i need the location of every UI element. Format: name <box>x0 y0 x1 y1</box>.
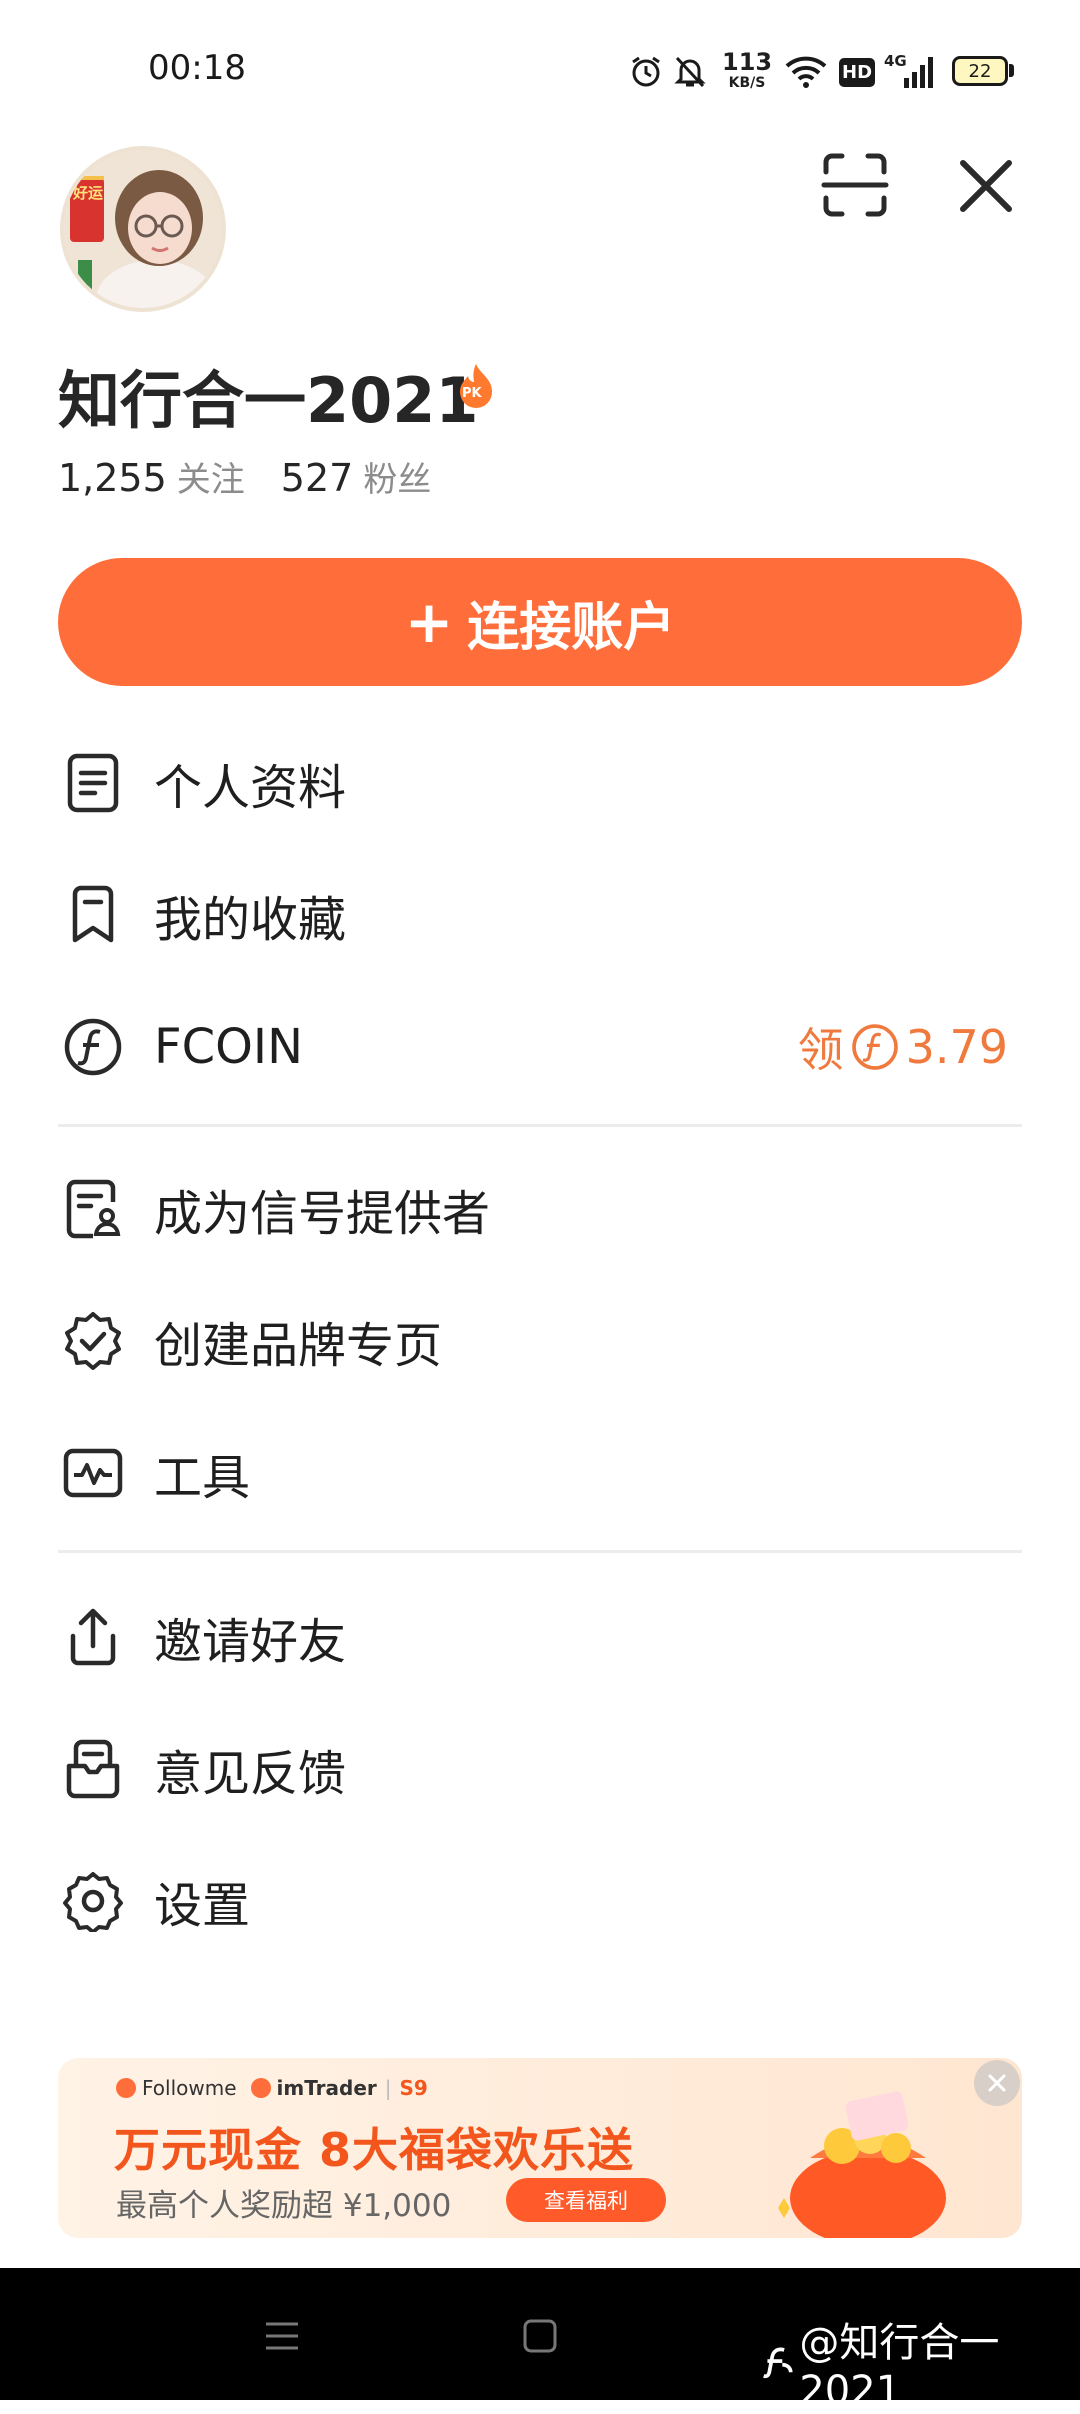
banner-headline: 万元现金 8大福袋欢乐送 <box>114 2123 635 2177</box>
view-benefits-button[interactable]: 查看福利 <box>506 2178 666 2222</box>
fcoin-small-icon <box>851 1024 898 1070</box>
followme-logo-icon <box>116 2078 136 2098</box>
scan-icon <box>821 153 889 217</box>
home-nav-button[interactable] <box>522 2316 558 2360</box>
battery-tip <box>1009 64 1014 77</box>
imtrader-logo-icon <box>250 2078 271 2098</box>
connect-account-label: 连接账户 <box>467 597 676 658</box>
watermark: @知行合一2021 <box>760 2310 1080 2414</box>
banner-close-button[interactable] <box>974 2060 1020 2106</box>
menu-item-feedback[interactable]: 意见反馈 <box>58 1714 1022 1824</box>
menu-item-tools[interactable]: 工具 <box>58 1418 1022 1528</box>
user-name: 知行合一2021 <box>58 364 479 437</box>
menu-item-signal-provider[interactable]: 成为信号提供者 <box>58 1154 1022 1264</box>
followers-label[interactable]: 粉丝 <box>363 452 431 501</box>
battery-icon: 22 <box>952 56 1008 86</box>
connect-account-button[interactable]: + 连接账户 <box>58 558 1022 686</box>
menu-label: 工具 <box>154 1450 251 1506</box>
status-time: 00:18 <box>148 48 246 88</box>
alarm-icon <box>628 52 664 92</box>
document-icon <box>58 748 128 818</box>
lucky-bag-illustration <box>778 2091 946 2238</box>
plus-icon: + <box>404 588 454 656</box>
cellular-signal-icon: 4G <box>884 52 936 92</box>
gear-icon <box>58 1866 128 1936</box>
followers-count[interactable]: 527 <box>281 456 354 500</box>
close-icon <box>960 160 1012 212</box>
provider-certificate-icon <box>58 1174 128 1244</box>
menu-item-settings[interactable]: 设置 <box>58 1846 1022 1956</box>
promo-banner[interactable]: Followme imTrader | S9 万元现金 8大福袋欢乐送 最高个人… <box>58 2058 1022 2238</box>
following-label[interactable]: 关注 <box>177 452 245 501</box>
pk-flame-icon: PK <box>455 362 497 410</box>
close-button[interactable] <box>955 155 1017 217</box>
menu-label: 设置 <box>154 1878 251 1934</box>
divider <box>58 1550 1022 1553</box>
status-bar: 00:18 113 KB/S HD 4G 22 <box>0 0 1080 140</box>
menu-item-favorites[interactable]: 我的收藏 <box>58 860 1022 970</box>
wifi-icon <box>784 52 828 92</box>
menu-item-profile[interactable]: 个人资料 <box>58 728 1022 838</box>
menu-label: 成为信号提供者 <box>154 1186 491 1242</box>
hd-icon: HD <box>839 52 876 92</box>
banner-brands: Followme imTrader | S9 <box>116 2076 428 2100</box>
divider <box>58 1124 1022 1127</box>
verified-badge-icon <box>58 1306 128 1376</box>
share-icon <box>58 1602 128 1672</box>
banner-subtitle: 最高个人奖励超 ¥1,000 <box>116 2188 452 2224</box>
avatar-decoration-text: 好运 <box>73 184 104 202</box>
menu-label: 邀请好友 <box>154 1614 347 1670</box>
following-count[interactable]: 1,255 <box>58 456 167 500</box>
menu-item-fcoin[interactable]: FCOIN 领 3.79 <box>58 992 1022 1102</box>
menu-label: 意见反馈 <box>154 1746 347 1802</box>
followme-logo-icon <box>763 2347 793 2379</box>
fcoin-claim[interactable]: 领 3.79 <box>798 1014 1008 1080</box>
bookmark-icon <box>58 880 128 950</box>
bell-muted-icon <box>672 52 708 92</box>
menu-label: 我的收藏 <box>154 892 347 948</box>
menu-label: 个人资料 <box>154 760 347 816</box>
menu-label: FCOIN <box>154 1019 303 1075</box>
avatar[interactable]: 好运 <box>60 146 226 312</box>
fcoin-claim-label: 领 <box>797 1023 844 1077</box>
close-icon <box>988 2074 1006 2092</box>
feedback-icon <box>58 1734 128 1804</box>
pulse-monitor-icon <box>58 1438 128 1508</box>
fcoin-icon <box>58 1012 128 1082</box>
scan-button[interactable] <box>820 150 890 220</box>
fcoin-value: 3.79 <box>905 1020 1008 1074</box>
hamburger-icon <box>266 2322 298 2350</box>
menu-label: 创建品牌专页 <box>154 1318 443 1374</box>
home-square-icon <box>523 2319 557 2353</box>
menu-item-invite[interactable]: 邀请好友 <box>58 1582 1022 1692</box>
follow-stats: 1,255 关注 527 粉丝 <box>58 452 431 501</box>
menu-item-brand-page[interactable]: 创建品牌专页 <box>58 1286 1022 1396</box>
menu-nav-button[interactable] <box>262 2316 302 2360</box>
network-speed: 113 KB/S <box>722 48 773 91</box>
